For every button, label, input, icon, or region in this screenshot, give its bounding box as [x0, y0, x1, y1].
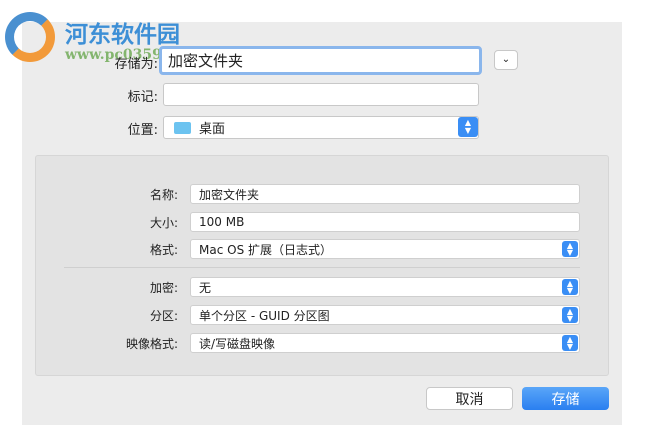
- stepper-icon: ▲ ▼: [458, 117, 478, 137]
- save-as-label: 存储为:: [114, 57, 158, 72]
- stepper-icon: ▲ ▼: [562, 241, 578, 257]
- options-panel: 名称: 加密文件夹 大小: 100 MB 格式: Mac OS 扩展（日志式） ▲…: [35, 155, 609, 376]
- size-input[interactable]: 100 MB: [190, 212, 580, 232]
- stepper-icon: ▲ ▼: [562, 307, 578, 323]
- partition-select[interactable]: 单个分区 - GUID 分区图 ▲ ▼: [190, 305, 580, 325]
- name-input[interactable]: 加密文件夹: [190, 184, 580, 204]
- image-format-select[interactable]: 读/写磁盘映像 ▲ ▼: [190, 333, 580, 353]
- partition-label: 分区:: [149, 309, 178, 323]
- folder-icon: [174, 121, 191, 134]
- image-format-label: 映像格式:: [125, 337, 178, 351]
- location-select[interactable]: 桌面 ▲ ▼: [163, 116, 479, 139]
- format-label: 格式:: [149, 243, 178, 257]
- location-label: 位置:: [127, 123, 158, 138]
- encryption-select[interactable]: 无 ▲ ▼: [190, 277, 580, 297]
- save-as-input[interactable]: 加密文件夹: [159, 46, 482, 75]
- expand-button[interactable]: ⌄: [494, 50, 518, 70]
- encryption-label: 加密:: [149, 281, 178, 295]
- stepper-icon: ▲ ▼: [562, 279, 578, 295]
- tags-input[interactable]: [163, 83, 479, 106]
- divider: [64, 267, 580, 268]
- chevron-down-icon: ⌄: [501, 54, 511, 65]
- size-label: 大小:: [149, 216, 178, 230]
- save-button[interactable]: 存储: [522, 387, 609, 410]
- stepper-icon: ▲ ▼: [562, 335, 578, 351]
- watermark-logo: 河东软件园 www.pc0359.cn: [5, 12, 185, 64]
- format-select[interactable]: Mac OS 扩展（日志式） ▲ ▼: [190, 239, 580, 259]
- cancel-button[interactable]: 取消: [426, 387, 513, 410]
- tags-label: 标记:: [127, 90, 158, 105]
- name-label: 名称:: [149, 188, 178, 202]
